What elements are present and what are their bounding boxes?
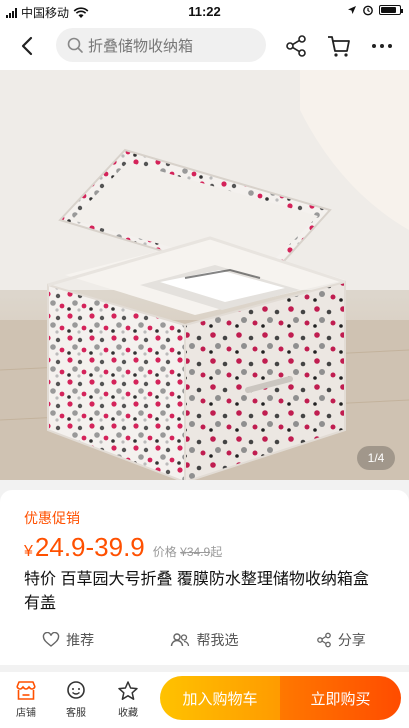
- back-icon[interactable]: [14, 32, 42, 60]
- product-title: 特价 百草园大号折叠 覆膜防水整理储物收纳箱盒 有盖: [24, 571, 369, 612]
- original-amount: 34.9: [186, 545, 211, 559]
- location-icon: [348, 6, 356, 14]
- image-pager: 1/4: [357, 446, 395, 470]
- share-button[interactable]: 分享: [273, 628, 409, 652]
- store-icon: [16, 681, 36, 700]
- more-icon[interactable]: [368, 32, 396, 60]
- tab-service-label: 客服: [66, 708, 86, 719]
- people-icon: [171, 633, 190, 647]
- original-currency: ¥: [180, 545, 187, 559]
- tab-favorite-label: 收藏: [118, 708, 138, 719]
- search-bar[interactable]: 折叠储物收纳箱: [56, 28, 266, 62]
- tab-favorite[interactable]: 收藏: [108, 680, 148, 719]
- buy-now-button[interactable]: 立即购买: [280, 676, 401, 720]
- status-bar: 中国移动 11:22: [0, 0, 409, 22]
- search-icon: [67, 37, 83, 53]
- help-choose-button[interactable]: 帮我选: [136, 628, 272, 652]
- service-icon: [67, 681, 85, 699]
- status-right: [347, 4, 403, 16]
- bottom-bar: 店铺 客服 收藏 加入购物车 立即购买: [0, 672, 409, 728]
- heart-icon: [42, 632, 60, 647]
- promo-label: 优惠促销: [24, 510, 80, 526]
- original-price-value: ¥34.9: [180, 545, 210, 559]
- price-row: ¥ 24.9-39.9 价格 ¥34.9起: [24, 532, 222, 563]
- share-label: 分享: [337, 632, 366, 648]
- nav-bar: 折叠储物收纳箱: [0, 22, 409, 70]
- product-info: 优惠促销 ¥ 24.9-39.9 价格 ¥34.9起 特价 百草园大号折叠 覆膜…: [0, 490, 409, 665]
- alarm-icon: [363, 5, 373, 16]
- original-price: 价格 ¥34.9起: [153, 543, 222, 560]
- search-input[interactable]: 折叠储物收纳箱: [88, 35, 193, 56]
- storage-box-illustration: [0, 70, 409, 480]
- add-to-cart-button[interactable]: 加入购物车: [160, 676, 280, 720]
- recommend-label: 推荐: [66, 632, 95, 648]
- currency-symbol: ¥: [24, 543, 33, 560]
- action-row: 推荐 帮我选 分享: [0, 628, 409, 652]
- product-image[interactable]: 1/4: [0, 70, 409, 480]
- original-suffix: 起: [210, 545, 223, 559]
- tab-service[interactable]: 客服: [56, 680, 96, 719]
- star-icon: [118, 681, 138, 700]
- share-icon[interactable]: [282, 32, 310, 60]
- tab-store[interactable]: 店铺: [6, 680, 46, 719]
- price-range: 24.9-39.9: [34, 532, 145, 562]
- recommend-button[interactable]: 推荐: [0, 628, 136, 652]
- tab-store-label: 店铺: [16, 708, 36, 719]
- help-choose-label: 帮我选: [196, 632, 239, 648]
- cart-icon[interactable]: [325, 32, 353, 60]
- share-icon: [316, 632, 331, 648]
- price-label: 价格: [152, 545, 177, 559]
- battery-icon: [379, 5, 403, 15]
